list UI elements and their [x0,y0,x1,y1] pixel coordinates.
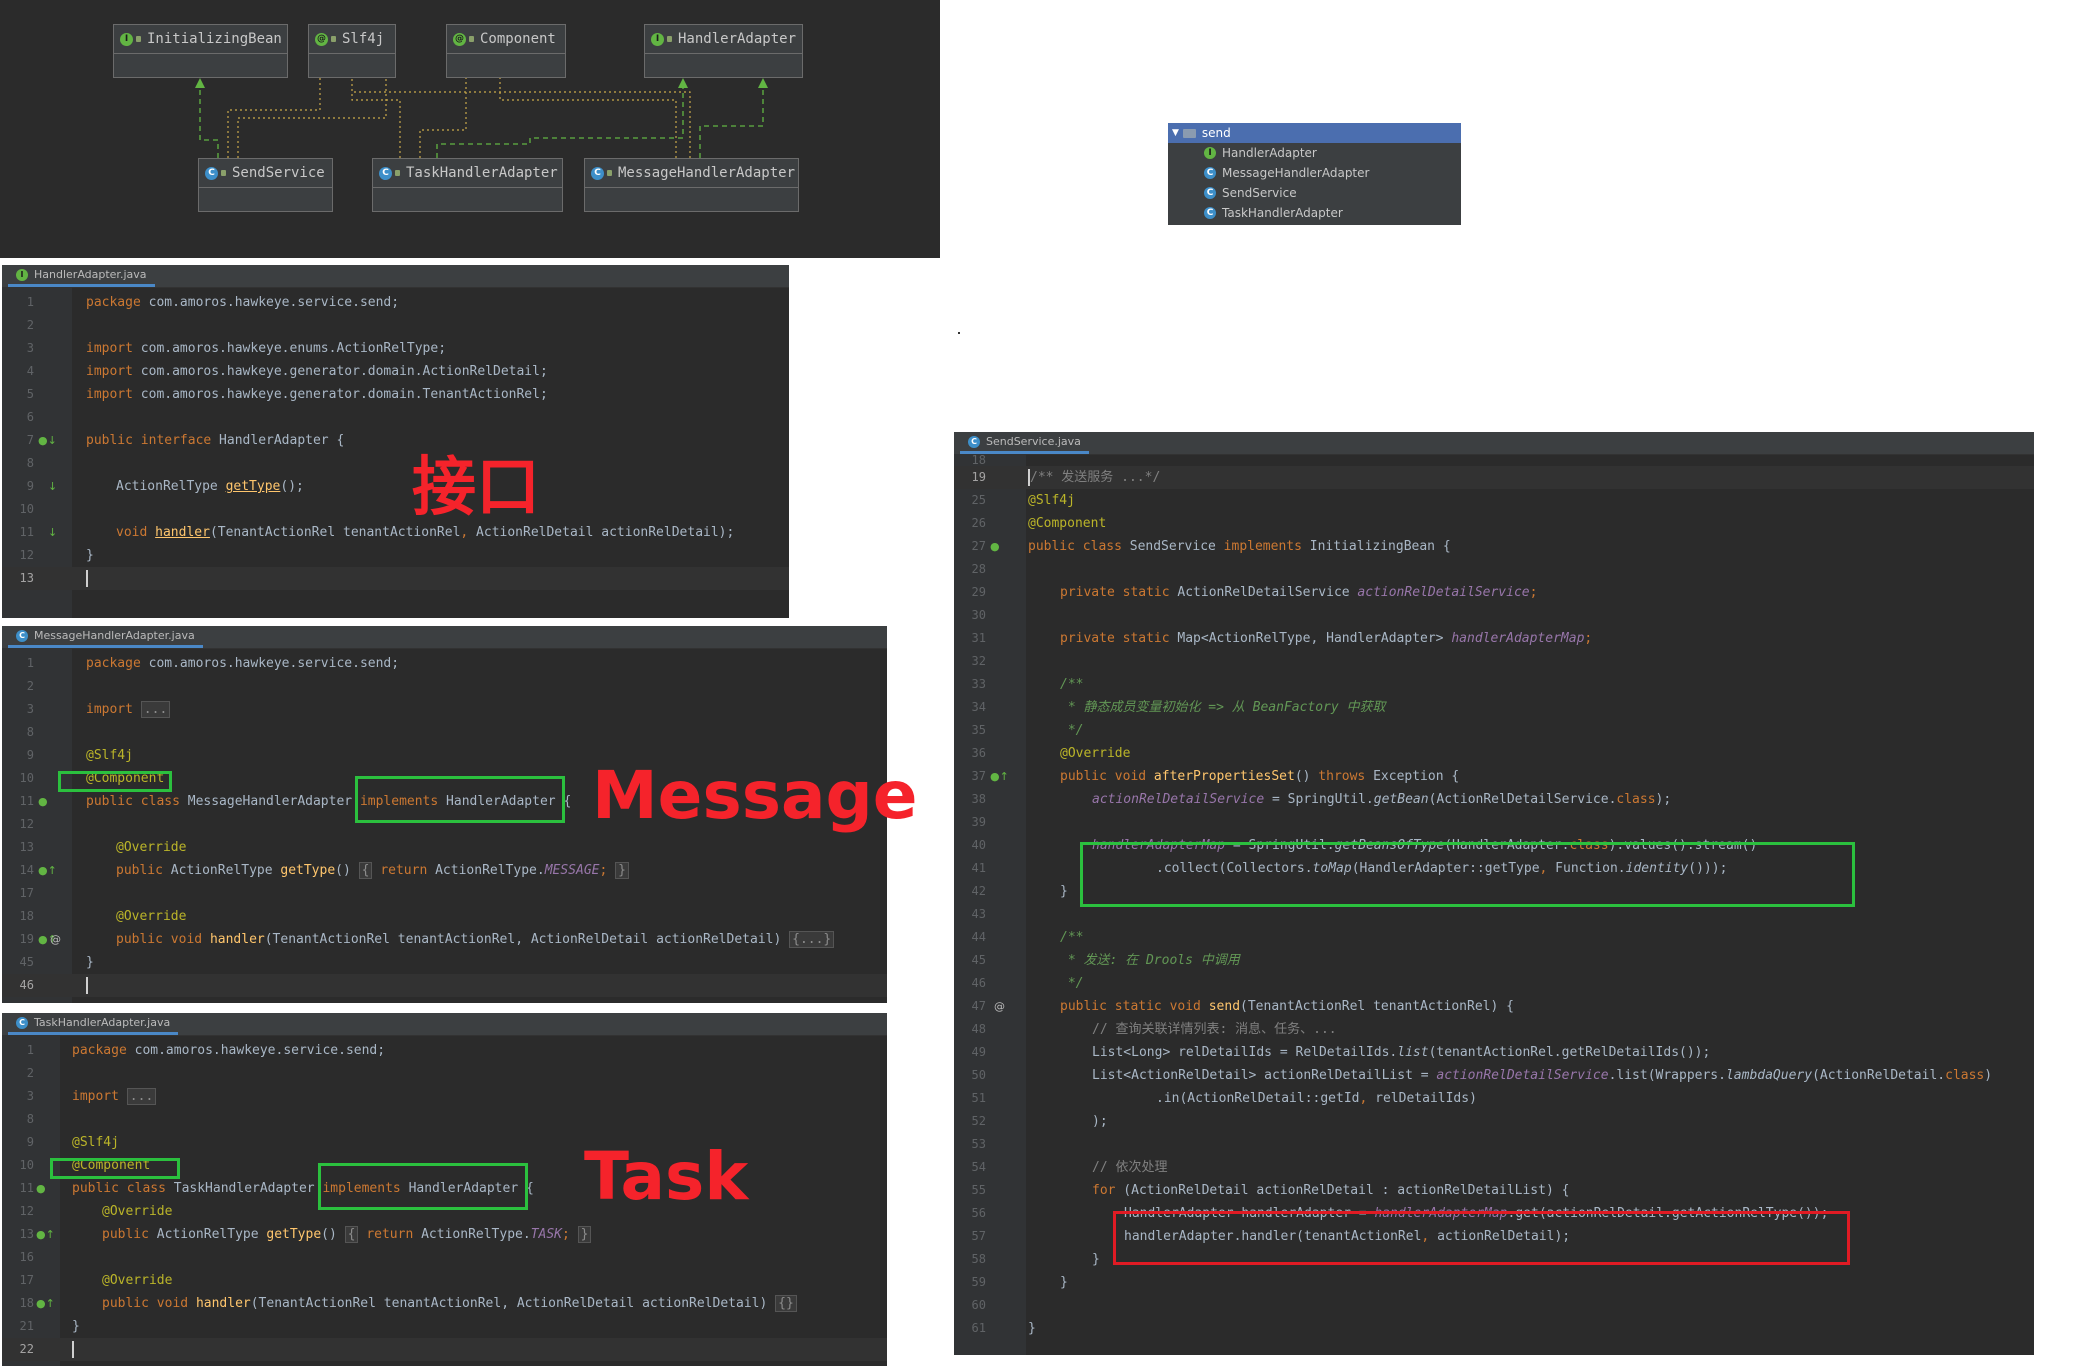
tab-handleradapter-java[interactable]: I HandlerAdapter.java [8,265,155,287]
folded-body[interactable]: {...} [789,931,835,948]
label-interface: 接口 [412,451,540,525]
interface-icon: I [16,268,28,281]
connector-message-handleradapter [699,84,764,158]
class-icon: C [379,166,392,180]
folder-icon [1182,128,1196,138]
implemented-gutter-icon[interactable]: ↓ [48,521,57,544]
connector-message-component [499,78,677,158]
connector-task-handleradapter [436,84,684,158]
tab-sendservice-java[interactable]: C SendService.java [960,432,1089,454]
node-label: InitializingBean [147,31,282,47]
implemented-gutter-icon[interactable]: ↓ [48,475,57,498]
uml-node-component[interactable]: @ Component [446,24,566,78]
chevron-down-icon: ▼ [1172,128,1179,138]
connector-sendservice-component [237,78,387,158]
spring-bean-icon[interactable]: ● [36,1177,46,1200]
connector-message-slf4j [352,91,691,158]
folded-imports[interactable]: ... [126,1088,157,1105]
node-label: Component [480,31,556,47]
tab-taskhandleradapter-java[interactable]: C TaskHandlerAdapter.java [8,1013,179,1035]
uml-node-messagehandleradapter[interactable]: C MessageHandlerAdapter [584,158,799,212]
spring-bean-icon[interactable]: ● [38,790,48,813]
lock-icon [395,170,400,176]
uml-node-handleradapter[interactable]: I HandlerAdapter [644,24,803,78]
editor-handleradapter: I HandlerAdapter.java 1 package com.amoros… [2,265,789,618]
class-icon: C [16,629,28,642]
editor-sendservice: C SendService.java 18 19/** 发送服务 ...*/ 25… [954,432,2034,1355]
lock-icon [667,36,672,42]
folded-imports[interactable]: ... [140,701,171,718]
override-gutter-icon[interactable]: ●↑ [36,1223,55,1246]
node-label: MessageHandlerAdapter [618,165,796,181]
lock-icon [221,170,226,176]
class-icon: C [1204,187,1216,199]
class-icon: C [1204,207,1216,219]
override-gutter-icon[interactable]: ●↑ [38,859,57,882]
arrowhead-initializingbean [195,78,205,88]
override-gutter-icon[interactable]: ●↑ [36,1292,55,1315]
editor-taskhandleradapter: C TaskHandlerAdapter.java 1 package com.am… [2,1013,887,1366]
highlight-component-annotation [58,771,172,792]
folded-body[interactable]: {} [775,1295,797,1312]
tree-item-sendservice[interactable]: C SendService [1168,183,1461,203]
uml-node-initializingbean[interactable]: I InitializingBean [113,24,288,78]
at-gutter-icon[interactable]: @ [50,928,61,951]
class-icon: C [968,435,980,448]
highlight-component-annotation [50,1158,180,1179]
uml-node-slf4j[interactable]: @ Slf4j [308,24,396,78]
uml-diagram-panel: I InitializingBean @ Slf4j @ Component I Han… [0,0,940,258]
class-icon: C [16,1016,28,1029]
class-icon: C [591,166,604,180]
node-label: TaskHandlerAdapter [406,165,558,181]
tab-messagehandleradapter-java[interactable]: C MessageHandlerAdapter.java [8,626,203,648]
uml-node-taskhandleradapter[interactable]: C TaskHandlerAdapter [372,158,563,212]
node-label: Slf4j [342,31,385,47]
uml-node-sendservice[interactable]: C SendService [198,158,333,212]
stray-dot [958,332,960,334]
project-tree: ▼ send I HandlerAdapter C MessageHandlerAda… [1168,123,1461,225]
editor-messagehandleradapter: C MessageHandlerAdapter.java 1 package com… [2,626,918,1003]
label-message: Message [592,757,918,834]
highlight-implements-handleradapter [318,1163,528,1210]
annotation-icon: @ [453,32,466,46]
tree-item-taskhandleradapter[interactable]: C TaskHandlerAdapter [1168,203,1461,223]
arrowhead-handleradapter-2 [758,78,768,88]
class-icon: C [1204,167,1216,179]
interface-icon: I [120,32,133,46]
text-caret [86,977,88,994]
label-task: Task [584,1138,749,1215]
implementations-gutter-icon[interactable]: ●↓ [38,429,57,452]
tree-item-handleradapter[interactable]: I HandlerAdapter [1168,143,1461,163]
tree-item-messagehandleradapter[interactable]: C MessageHandlerAdapter [1168,163,1461,183]
spring-bean-icon[interactable]: ● [990,535,1000,558]
lock-icon [136,36,141,42]
interface-icon: I [1204,147,1216,159]
override-gutter-icon[interactable]: ●↑ [990,765,1009,788]
lock-icon [469,36,474,42]
connector-sendservice-initializingbean [199,84,219,158]
text-caret [86,570,88,587]
highlight-implements-handleradapter [355,776,565,823]
arrowhead-handleradapter-1 [678,78,688,88]
interface-icon: I [651,32,664,46]
connector-task-component [419,78,467,158]
at-gutter-icon[interactable]: @ [994,995,1005,1018]
class-icon: C [205,166,218,180]
highlight-handler-dispatch [1113,1211,1850,1265]
text-caret [72,1341,74,1358]
lock-icon [331,36,336,42]
highlight-handleradaptermap-init [1080,842,1855,907]
node-label: HandlerAdapter [678,31,797,47]
folded-doc-comment[interactable]: /** 发送服务 ...*/ [1030,470,1160,485]
node-label: SendService [232,165,325,181]
lock-icon [607,170,612,176]
tree-folder-send[interactable]: ▼ send [1168,123,1461,143]
annotation-icon: @ [315,32,328,46]
